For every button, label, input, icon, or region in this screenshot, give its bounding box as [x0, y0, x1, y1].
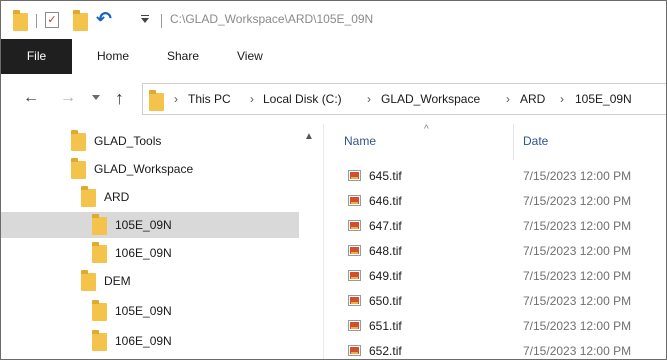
- recent-locations-chevron-icon[interactable]: [92, 95, 100, 100]
- breadcrumb-chevron-icon[interactable]: ›: [506, 92, 510, 106]
- folder-icon[interactable]: [13, 10, 28, 31]
- file-date: 7/15/2023 12:00 PM: [523, 319, 632, 333]
- undo-icon[interactable]: ↶: [96, 10, 112, 30]
- breadcrumb-current-folder[interactable]: 105E_09N: [575, 92, 632, 106]
- file-date: 7/15/2023 12:00 PM: [523, 344, 632, 358]
- image-file-icon: [348, 245, 361, 256]
- file-row[interactable]: 648.tif 7/15/2023 12:00 PM: [324, 240, 666, 265]
- image-file-icon: [348, 345, 361, 356]
- tab-share[interactable]: Share: [167, 39, 199, 74]
- scroll-up-arrow-icon[interactable]: ▲: [304, 131, 314, 142]
- tree-item-105e-09n-selected[interactable]: 105E_09N: [1, 212, 299, 238]
- file-date: 7/15/2023 12:00 PM: [523, 169, 632, 183]
- tree-item-106e-09n[interactable]: 106E_09N: [1, 240, 299, 266]
- breadcrumb-local-disk[interactable]: Local Disk (C:): [263, 92, 342, 106]
- column-header-date[interactable]: Date: [523, 134, 548, 148]
- tab-view[interactable]: View: [237, 39, 263, 74]
- tree-item-dem[interactable]: DEM: [1, 268, 299, 294]
- navigation-bar: ← → ↑ › This PC › Local Disk (C:) › GLAD…: [1, 74, 666, 124]
- column-divider[interactable]: [513, 124, 514, 160]
- explorer-window: ✓ ↶ C:\GLAD_Workspace\ARD\105E_09N File …: [0, 0, 667, 360]
- file-list: ^ Name Date 645.tif 7/15/2023 12:00 PM 6…: [324, 124, 666, 359]
- file-name: 647.tif: [369, 219, 402, 233]
- address-folder-icon: [149, 90, 164, 111]
- file-row[interactable]: 647.tif 7/15/2023 12:00 PM: [324, 215, 666, 240]
- tree-item-ard[interactable]: ARD: [1, 184, 299, 210]
- ribbon-tabs: File Home Share View: [1, 39, 666, 75]
- tree-item-label: 105E_09N: [115, 218, 172, 232]
- file-name: 649.tif: [369, 269, 402, 283]
- breadcrumb-chevron-icon[interactable]: ›: [367, 92, 371, 106]
- breadcrumb-chevron-icon[interactable]: ›: [560, 92, 564, 106]
- file-row[interactable]: 652.tif 7/15/2023 12:00 PM: [324, 340, 666, 359]
- forward-arrow-icon[interactable]: →: [60, 88, 76, 108]
- folder-icon: [92, 242, 107, 263]
- window-title: C:\GLAD_Workspace\ARD\105E_09N: [170, 12, 374, 26]
- tree-item-label: GLAD_Workspace: [94, 162, 194, 176]
- file-name: 645.tif: [369, 169, 402, 183]
- image-file-icon: [348, 270, 361, 281]
- file-name: 651.tif: [369, 319, 402, 333]
- folder-icon: [92, 330, 107, 351]
- breadcrumb-chevron-icon[interactable]: ›: [250, 92, 254, 106]
- image-file-icon: [348, 220, 361, 231]
- file-row[interactable]: 650.tif 7/15/2023 12:00 PM: [324, 290, 666, 315]
- title-separator: [161, 14, 162, 28]
- folder-icon: [81, 270, 96, 291]
- breadcrumb-this-pc[interactable]: This PC: [188, 92, 231, 106]
- tab-file[interactable]: File: [1, 39, 72, 74]
- navigation-pane: GLAD_Tools GLAD_Workspace ARD 105E_09N 1…: [1, 124, 299, 359]
- folder-icon: [71, 158, 86, 179]
- properties-check-icon[interactable]: ✓: [45, 12, 59, 28]
- file-name: 652.tif: [369, 344, 402, 358]
- up-arrow-icon[interactable]: ↑: [115, 88, 124, 108]
- tree-item-label: 106E_09N: [115, 334, 172, 348]
- tree-item-label: DEM: [104, 274, 131, 288]
- file-row[interactable]: 645.tif 7/15/2023 12:00 PM: [324, 165, 666, 190]
- folder-icon: [92, 300, 107, 321]
- breadcrumb-ard[interactable]: ARD: [520, 92, 545, 106]
- address-bar[interactable]: › This PC › Local Disk (C:) › GLAD_Works…: [142, 83, 666, 115]
- tree-item-label: GLAD_Tools: [94, 134, 162, 148]
- tree-item-label: 105E_09N: [115, 304, 172, 318]
- tree-item-glad-tools[interactable]: GLAD_Tools: [1, 128, 299, 154]
- breadcrumb-chevron-icon[interactable]: ›: [174, 92, 178, 106]
- folder-icon: [71, 130, 86, 151]
- file-row[interactable]: 651.tif 7/15/2023 12:00 PM: [324, 315, 666, 340]
- image-file-icon: [348, 195, 361, 206]
- image-file-icon: [348, 320, 361, 331]
- sort-ascending-icon: ^: [424, 124, 429, 135]
- file-date: 7/15/2023 12:00 PM: [523, 269, 632, 283]
- tree-item-glad-workspace[interactable]: GLAD_Workspace: [1, 156, 299, 182]
- folder-icon: [81, 186, 96, 207]
- tree-item-label: 106E_09N: [115, 246, 172, 260]
- file-date: 7/15/2023 12:00 PM: [523, 294, 632, 308]
- file-name: 650.tif: [369, 294, 402, 308]
- folder-icon: [92, 214, 107, 235]
- customize-dropdown-icon[interactable]: [141, 18, 149, 23]
- file-name: 648.tif: [369, 244, 402, 258]
- file-date: 7/15/2023 12:00 PM: [523, 244, 632, 258]
- image-file-icon: [348, 295, 361, 306]
- new-folder-icon[interactable]: [73, 10, 88, 31]
- breadcrumb-glad-workspace[interactable]: GLAD_Workspace: [381, 92, 480, 106]
- file-row[interactable]: 649.tif 7/15/2023 12:00 PM: [324, 265, 666, 290]
- image-file-icon: [348, 170, 361, 181]
- column-header-name[interactable]: Name: [344, 134, 376, 148]
- toolbar-separator: [36, 14, 37, 28]
- title-bar: ✓ ↶ C:\GLAD_Workspace\ARD\105E_09N: [1, 1, 666, 39]
- file-date: 7/15/2023 12:00 PM: [523, 219, 632, 233]
- file-name: 646.tif: [369, 194, 402, 208]
- tree-item-dem-106e-09n[interactable]: 106E_09N: [1, 328, 299, 354]
- file-row[interactable]: 646.tif 7/15/2023 12:00 PM: [324, 190, 666, 215]
- tree-item-dem-105e-09n[interactable]: 105E_09N: [1, 298, 299, 324]
- back-arrow-icon[interactable]: ←: [23, 88, 39, 108]
- tree-item-label: ARD: [104, 190, 130, 204]
- tab-home[interactable]: Home: [97, 39, 129, 74]
- file-date: 7/15/2023 12:00 PM: [523, 194, 632, 208]
- customize-line: [141, 15, 149, 16]
